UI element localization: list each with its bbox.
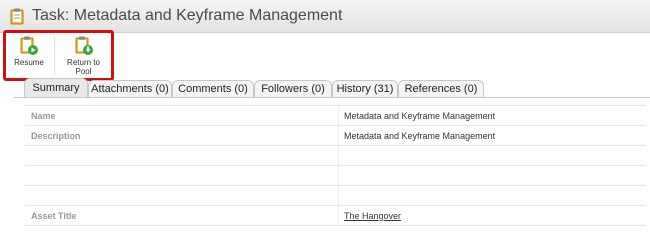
tab-comments[interactable]: Comments (0) bbox=[172, 80, 254, 98]
field-label: Name bbox=[31, 111, 56, 121]
toolbar-divider bbox=[54, 37, 55, 75]
tab-bar: Summary Attachments (0) Comments (0) Fol… bbox=[0, 75, 650, 98]
column-divider bbox=[338, 106, 339, 125]
summary-table: Name Metadata and Keyframe Management De… bbox=[25, 105, 646, 226]
task-header: Task: Metadata and Keyframe Management bbox=[0, 0, 650, 33]
task-actions-toolbar: Resume Return to Pool bbox=[3, 30, 114, 81]
tab-attachments[interactable]: Attachments (0) bbox=[88, 80, 172, 98]
column-divider bbox=[338, 186, 339, 205]
table-row bbox=[25, 186, 646, 206]
field-label: Description bbox=[31, 131, 81, 141]
resume-label: Resume bbox=[14, 58, 44, 67]
tab-references[interactable]: References (0) bbox=[398, 80, 484, 98]
table-row bbox=[25, 146, 646, 166]
field-label: Asset Title bbox=[31, 211, 77, 221]
page-title: Task: Metadata and Keyframe Management bbox=[32, 7, 343, 24]
return-to-pool-button[interactable]: Return to Pool bbox=[56, 33, 111, 78]
tab-followers[interactable]: Followers (0) bbox=[254, 80, 332, 98]
table-row: Asset Title The Hangover bbox=[25, 206, 646, 226]
table-row: Name Metadata and Keyframe Management bbox=[25, 106, 646, 126]
return-to-pool-label-line1: Return to bbox=[67, 58, 100, 67]
tab-summary[interactable]: Summary bbox=[24, 78, 88, 98]
resume-button[interactable]: Resume bbox=[6, 33, 52, 78]
summary-panel: Name Metadata and Keyframe Management De… bbox=[14, 97, 650, 247]
table-row bbox=[25, 166, 646, 186]
return-to-pool-icon bbox=[75, 36, 93, 55]
table-row: Description Metadata and Keyframe Manage… bbox=[25, 126, 646, 146]
column-divider bbox=[338, 166, 339, 185]
clipboard-icon bbox=[10, 8, 24, 25]
field-value: Metadata and Keyframe Management bbox=[344, 131, 496, 141]
tab-history[interactable]: History (31) bbox=[332, 80, 398, 98]
field-value: Metadata and Keyframe Management bbox=[344, 111, 496, 121]
resume-icon bbox=[20, 36, 38, 55]
column-divider bbox=[338, 126, 339, 145]
column-divider bbox=[338, 146, 339, 165]
column-divider bbox=[338, 206, 339, 225]
asset-title-link[interactable]: The Hangover bbox=[344, 211, 401, 221]
